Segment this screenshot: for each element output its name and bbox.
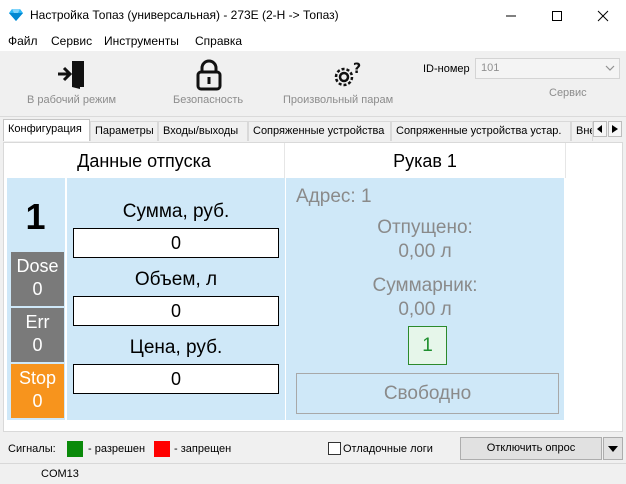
tab-io[interactable]: Входы/выходы (158, 121, 248, 141)
id-number-value: 101 (481, 62, 500, 74)
signals-label: Сигналы: (8, 443, 56, 455)
svg-text:?: ? (353, 61, 361, 77)
arrow-left-icon (597, 125, 602, 133)
price-field: 0 (73, 364, 279, 394)
status-bar: COM13 (0, 463, 626, 484)
id-number-select[interactable]: 101 (475, 58, 620, 79)
sum-label: Сумма, руб. (122, 201, 230, 222)
debug-logs-checkbox[interactable] (328, 442, 341, 455)
released-label: Отпущено: (377, 217, 473, 238)
menu-bar: Файл Сервис Инструменты Справка (0, 31, 626, 51)
com-port: COM13 (41, 468, 79, 480)
arrow-right-icon (612, 125, 618, 133)
lock-icon (196, 59, 222, 91)
sleeve-number: 1 (25, 196, 46, 237)
sleeve-header: Рукав 1 (285, 143, 566, 178)
allowed-text: - разрешен (88, 443, 146, 455)
maximize-button[interactable] (534, 0, 580, 31)
dispense-header: Данные отпуска (4, 143, 285, 178)
err-counter: Err 0 (11, 308, 64, 362)
diamond-icon (9, 9, 23, 21)
window-title: Настройка Топаз (универсальная) - 273Е (… (30, 8, 339, 22)
minimize-button[interactable] (488, 0, 534, 31)
security-label: Безопасность (173, 94, 244, 106)
counters-column: 1 Dose 0 Err 0 Stop 0 (7, 178, 65, 420)
menu-tools[interactable]: Инструменты (104, 34, 179, 48)
disconnect-button[interactable]: Отключить опрос (460, 437, 602, 460)
tab-external[interactable]: Вне (571, 121, 593, 141)
signals-row: Сигналы: - разрешен - запрещен Отладочны… (0, 436, 626, 462)
custom-param-label: Произвольный парам (283, 94, 394, 106)
chevron-down-icon (605, 65, 615, 71)
released-value: 0,00 л (398, 241, 452, 262)
tab-paired-devices[interactable]: Сопряженные устройства (248, 121, 391, 141)
err-label: Err (25, 312, 50, 332)
service-group-label: Сервис (549, 87, 587, 99)
menu-file[interactable]: Файл (8, 34, 38, 48)
menu-service[interactable]: Сервис (51, 34, 92, 48)
title-bar: Настройка Топаз (универсальная) - 273Е (… (0, 0, 626, 31)
total-value: 0,00 л (398, 299, 452, 320)
tab-configuration[interactable]: Конфигурация (3, 119, 90, 141)
stop-counter: Stop 0 (11, 364, 64, 418)
dose-value: 0 (32, 279, 43, 299)
main-panel: Данные отпуска Рукав 1 1 Dose 0 Err 0 St… (3, 142, 623, 432)
menu-help[interactable]: Справка (195, 34, 242, 48)
tab-scroll-right[interactable] (608, 121, 622, 137)
triangle-down-icon (608, 445, 618, 452)
denied-swatch (154, 441, 170, 457)
denied-text: - запрещен (174, 443, 232, 455)
total-label: Суммарник: (372, 275, 478, 296)
stop-value: 0 (32, 391, 43, 411)
sleeve-badge: 1 (408, 326, 447, 365)
work-mode-button[interactable] (56, 59, 88, 92)
minimize-icon (506, 15, 516, 16)
price-label: Цена, руб. (129, 337, 223, 358)
custom-param-button[interactable]: ? (331, 59, 363, 94)
dose-label: Dose (16, 256, 59, 276)
err-value: 0 (32, 335, 43, 355)
tab-parameters[interactable]: Параметры (90, 121, 158, 141)
dose-counter: Dose 0 (11, 252, 64, 306)
disconnect-dropdown[interactable] (603, 437, 623, 460)
volume-field: 0 (73, 296, 279, 326)
work-mode-label: В рабочий режим (27, 94, 117, 106)
sleeve-panel: Адрес: 1 Отпущено: 0,00 л Суммарник: 0,0… (286, 178, 564, 420)
toolbar: В рабочий режим Безопасность ? Произволь… (0, 51, 626, 117)
id-number-label: ID-номер (423, 63, 470, 75)
tab-paired-devices-legacy[interactable]: Сопряженные устройства устар. (391, 121, 571, 141)
stop-label: Stop (18, 368, 57, 388)
sum-field: 0 (73, 228, 279, 258)
tab-bar: Конфигурация Параметры Входы/выходы Сопр… (0, 118, 626, 142)
gear-question-icon: ? (334, 61, 361, 87)
allowed-swatch (67, 441, 83, 457)
status-free-button[interactable]: Свободно (296, 373, 559, 414)
close-button[interactable] (580, 0, 626, 31)
maximize-icon (552, 10, 562, 21)
exit-door-icon (58, 61, 84, 89)
security-button[interactable] (195, 59, 223, 94)
close-icon (597, 10, 609, 21)
volume-label: Объем, л (134, 269, 218, 290)
tab-scroll-left[interactable] (593, 121, 607, 137)
debug-logs-label[interactable]: Отладочные логи (343, 443, 433, 455)
sleeve-address: Адрес: 1 (296, 186, 372, 207)
dispense-fields: Сумма, руб. 0 Объем, л 0 Цена, руб. 0 (67, 178, 285, 420)
